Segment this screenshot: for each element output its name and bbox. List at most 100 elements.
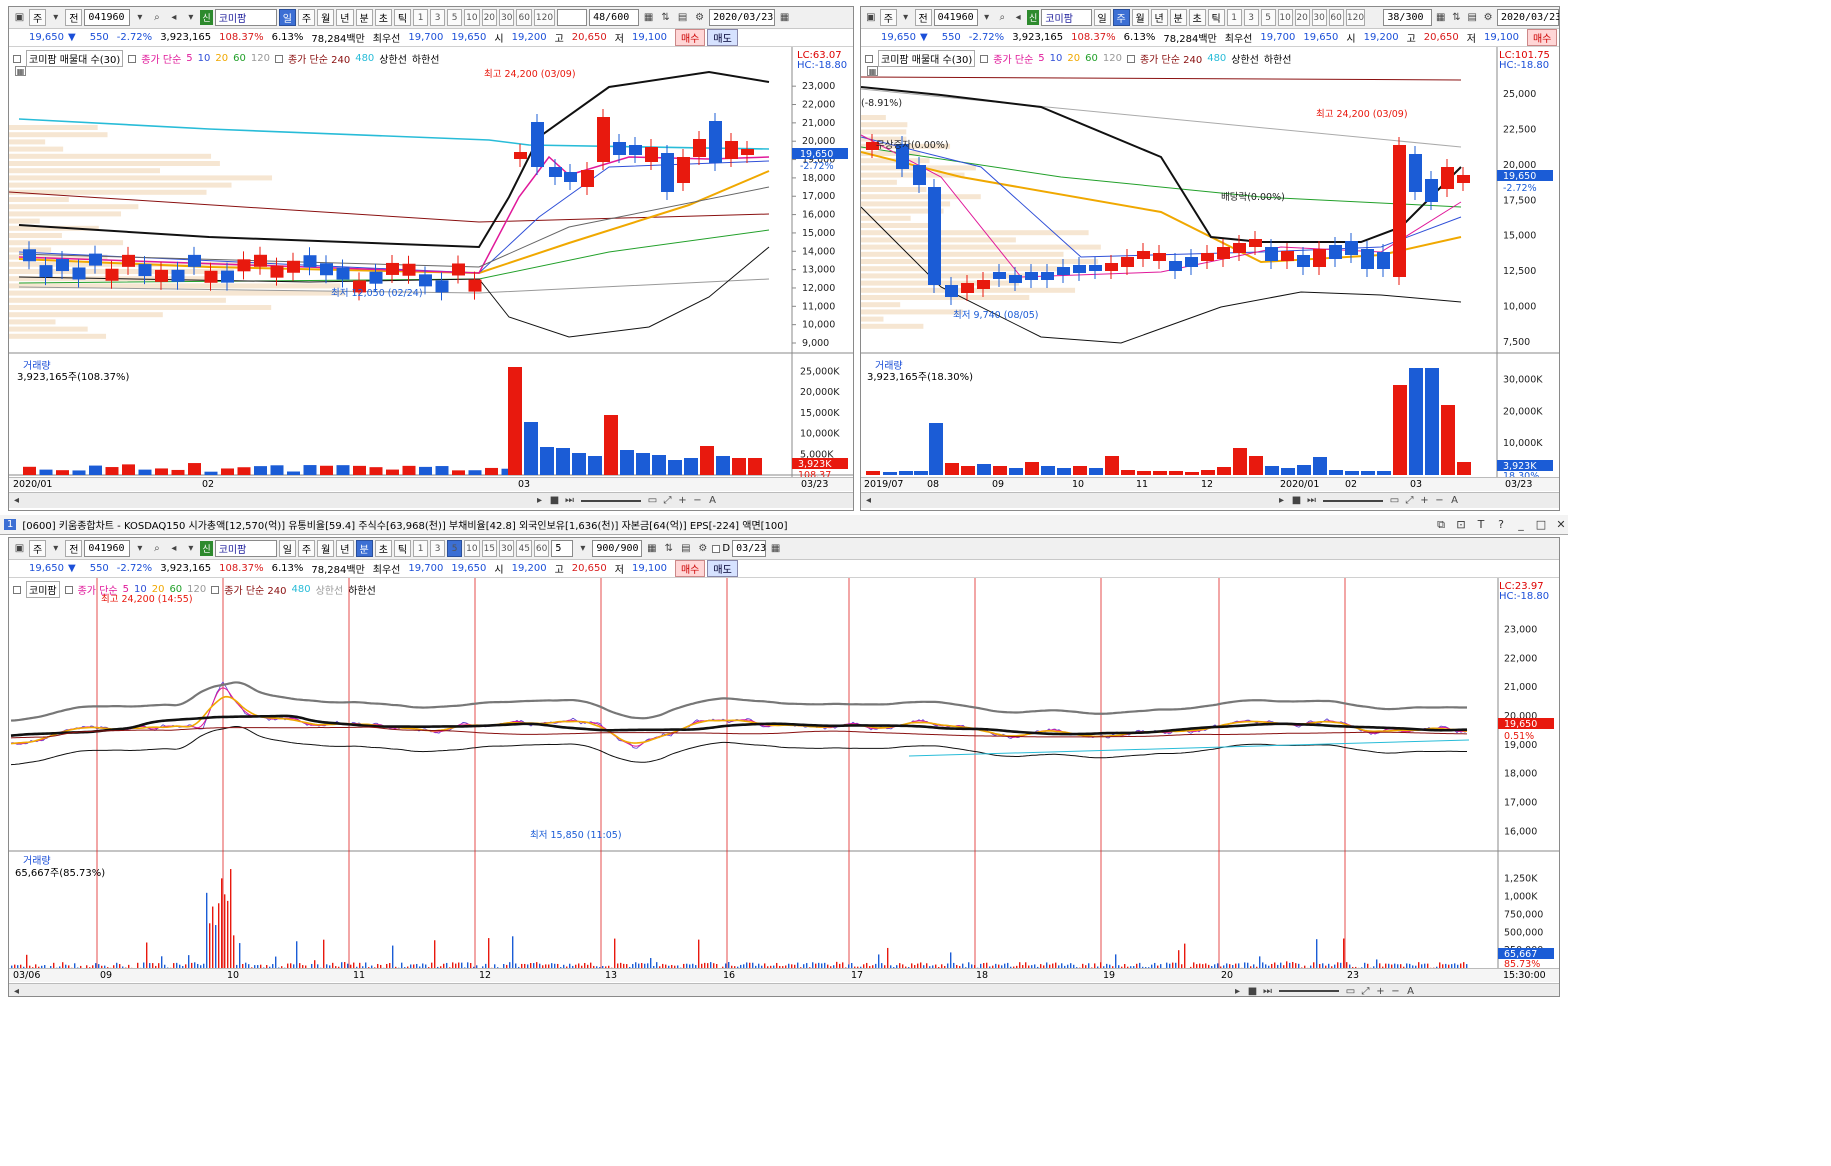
num-button[interactable]: 3 [430,9,446,26]
calendar-icon[interactable]: ▦ [768,541,783,556]
type-select[interactable]: 주 [29,540,47,557]
fast-forward-icon[interactable]: ⏭ [562,493,577,508]
num-button[interactable]: 5 [447,9,463,26]
zoom-out-icon[interactable]: − [690,493,705,508]
fast-forward-icon[interactable]: ⏭ [1304,493,1319,508]
num-button[interactable]: 20 [1294,9,1310,26]
period-minute-button[interactable]: 분 [355,540,373,557]
chart-settings-icon[interactable]: ▦ [1434,10,1448,25]
buy-button[interactable]: 매수 [674,560,706,577]
scroll-left-icon[interactable]: ◂ [9,984,24,997]
scroll-left-icon[interactable]: ◂ [9,493,24,508]
chart-scrollbar[interactable]: ◂ ▸ ■ ⏭ ▭ ⤢ + − A [861,492,1559,508]
period-minute-button[interactable]: 분 [355,9,373,26]
period-minute-button[interactable]: 분 [1169,9,1187,26]
period-daily-button[interactable]: 일 [278,9,296,26]
num-button[interactable]: 30 [499,9,515,26]
save-icon[interactable]: ▤ [675,10,690,25]
zoom-out-icon[interactable]: − [1388,984,1403,997]
weekly-candle-chart[interactable]: 25,000 22,500 20,000 17,500 15,000 12,500 10,0… [861,47,1560,477]
pin-icon[interactable]: ⊡ [1454,518,1468,532]
period-weekly-button[interactable]: 주 [297,9,316,26]
num-button[interactable]: 20 [481,9,498,26]
num-button[interactable]: 10 [464,540,480,557]
zoom-slider[interactable] [1279,990,1339,992]
gear-icon[interactable]: ⚙ [692,10,707,25]
date-input[interactable]: 2020/03/23 [1496,9,1559,26]
chevron-down-icon[interactable]: ▾ [132,541,147,556]
code-input[interactable]: 041960 [84,9,131,26]
period-yearly-button[interactable]: 년 [1150,9,1168,26]
daily-candle-chart[interactable]: 23,00022,00021,00020,00019,00018,00017,0… [9,47,854,477]
play-icon[interactable]: ▸ [1274,493,1289,508]
num-button[interactable]: 10 [464,9,480,26]
type-select[interactable]: 주 [879,9,897,26]
date-input[interactable]: 2020/03/23 [709,9,776,26]
period-second-button[interactable]: 초 [1188,9,1206,26]
period-second-button[interactable]: 초 [374,540,392,557]
pan-icon[interactable]: ⤢ [660,493,675,508]
period-monthly-button[interactable]: 월 [317,9,335,26]
chevron-down-icon[interactable]: ▾ [132,10,147,25]
prev-button[interactable]: 전 [65,9,83,26]
stop-icon[interactable]: ■ [1245,984,1260,997]
code-input[interactable]: 041960 [84,540,131,557]
pan-icon[interactable]: ⤢ [1358,984,1373,997]
text-icon[interactable]: T [1474,518,1488,532]
play-icon[interactable]: ▸ [532,493,547,508]
buy-button[interactable]: 매수 [674,29,706,46]
window-icon[interactable]: ▣ [12,10,27,25]
stock-name-field[interactable]: 코미팜 [214,540,277,557]
speaker-icon[interactable]: ◂ [166,541,181,556]
buy-button[interactable]: 매수 [1526,29,1558,46]
chevron-down-icon[interactable]: ▾ [980,10,994,25]
auto-scale-icon[interactable]: A [1403,984,1418,997]
chart-scrollbar[interactable]: ◂ ▸ ■ ⏭ ▭ ⤢ + − A [9,492,853,508]
gear-icon[interactable]: ⚙ [1481,10,1495,25]
calendar-icon[interactable]: ▦ [777,10,792,25]
chart-settings-icon[interactable]: ▦ [644,541,659,556]
num-button[interactable]: 1 [1226,9,1242,26]
num-button[interactable]: 3 [430,540,446,557]
num-button[interactable]: 60 [533,540,550,557]
stock-name-field[interactable]: 코미팜 [1041,9,1092,26]
num-button[interactable]: 1 [413,540,429,557]
zoom-in-icon[interactable]: + [1417,493,1432,508]
code-input[interactable]: 041960 [933,9,978,26]
type-select[interactable]: 주 [29,9,47,26]
chart-scrollbar[interactable]: ◂ ▸ ■ ⏭ ▭ ⤢ + − A [9,983,1559,997]
chevron-down-icon[interactable]: ▾ [48,10,63,25]
speaker-icon[interactable]: ◂ [1011,10,1025,25]
period-weekly-button[interactable]: 주 [297,540,316,557]
period-yearly-button[interactable]: 년 [336,9,354,26]
num-button[interactable]: 1 [413,9,429,26]
speaker-icon[interactable]: ◂ [166,10,181,25]
compare-icon[interactable]: ⇅ [661,541,676,556]
chart-settings-icon[interactable]: ▦ [641,10,656,25]
sell-button[interactable]: 매도 [707,29,738,46]
minute-value-input[interactable]: 5 [551,540,574,557]
zoom-icon[interactable]: ▭ [1343,984,1358,997]
search-icon[interactable]: ⌕ [149,10,164,25]
stop-icon[interactable]: ■ [547,493,562,508]
zoom-icon[interactable]: ▭ [1387,493,1402,508]
period-custom-input[interactable] [557,9,588,26]
chevron-down-icon[interactable]: ▾ [575,541,590,556]
num-button[interactable]: 5 [447,540,463,557]
num-button[interactable]: 120 [533,9,556,26]
search-icon[interactable]: ⌕ [149,541,164,556]
period-tick-button[interactable]: 틱 [1207,9,1225,26]
num-button[interactable]: 30 [499,540,515,557]
period-second-button[interactable]: 초 [374,9,392,26]
period-tick-button[interactable]: 틱 [393,9,412,26]
search-icon[interactable]: ⌕ [995,10,1009,25]
zoom-out-icon[interactable]: − [1432,493,1447,508]
prev-button[interactable]: 전 [914,9,932,26]
fast-forward-icon[interactable]: ⏭ [1260,984,1275,997]
zoom-in-icon[interactable]: + [1373,984,1388,997]
count-input[interactable]: 48/600 [589,9,640,26]
play-icon[interactable]: ▸ [1230,984,1245,997]
scroll-left-icon[interactable]: ◂ [861,493,876,508]
compare-icon[interactable]: ⇅ [658,10,673,25]
chevron-down-icon[interactable]: ▾ [899,10,913,25]
